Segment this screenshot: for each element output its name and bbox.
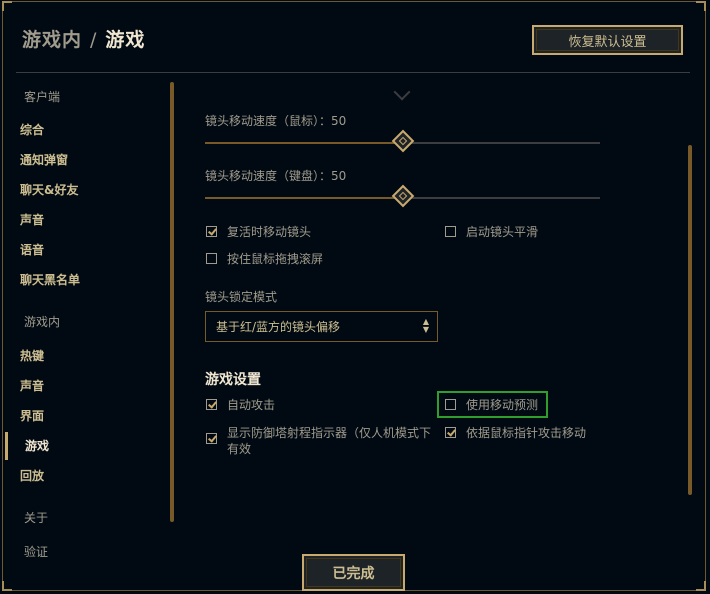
frame-corner xyxy=(696,1,706,11)
tower-range-indicator-option[interactable]: 显示防御塔射程指示器（仅人机模式下有效 xyxy=(206,425,441,457)
move-prediction-option[interactable]: 使用移动预测 xyxy=(445,397,538,413)
settings-window xyxy=(2,1,706,591)
checkbox-label: 依据鼠标指针攻击移动 xyxy=(466,426,587,440)
sidebar-group-ingame: 游戏内 xyxy=(24,315,61,329)
sidebar-item-chat-blocklist[interactable]: 聊天黑名单 xyxy=(20,271,80,288)
sidebar-scrollbar[interactable] xyxy=(170,82,174,522)
auto-attack-option[interactable]: 自动攻击 xyxy=(206,397,275,413)
respawn-move-camera-option[interactable]: 复活时移动镜头 xyxy=(206,224,311,240)
mouse-speed-slider[interactable] xyxy=(205,129,600,153)
sidebar-active-indicator xyxy=(5,432,8,460)
checkbox[interactable] xyxy=(206,253,217,264)
frame-corner xyxy=(2,1,12,11)
checkbox-label: 自动攻击 xyxy=(227,398,276,412)
game-settings-title: 游戏设置 xyxy=(205,372,261,388)
page-title: 游戏 xyxy=(105,29,146,51)
camera-lock-mode-select[interactable]: 基于红/蓝方的镜头偏移 ▲ ▼ xyxy=(205,311,438,342)
checkbox[interactable] xyxy=(445,399,456,410)
sidebar-group-client: 客户端 xyxy=(24,90,61,104)
sidebar-item-notifications[interactable]: 通知弹窗 xyxy=(20,151,68,168)
content-scrollbar[interactable] xyxy=(688,145,692,495)
checkbox[interactable] xyxy=(445,226,456,237)
checkbox[interactable] xyxy=(206,226,217,237)
breadcrumb-separator: / xyxy=(90,29,98,51)
restore-defaults-button[interactable]: 恢复默认设置 xyxy=(532,25,683,55)
camera-lock-mode-label: 镜头锁定模式 xyxy=(205,290,278,304)
mouse-speed-label: 镜头移动速度（鼠标）：50 xyxy=(205,114,347,128)
checkbox-label: 复活时移动镜头 xyxy=(227,225,312,239)
checkbox[interactable] xyxy=(206,433,217,444)
checkbox-label: 显示防御塔射程指示器（仅人机模式下有效 xyxy=(227,426,432,456)
checkbox-label: 使用移动预测 xyxy=(466,398,539,412)
slider-fill xyxy=(205,197,403,199)
sidebar-item-chat-friends[interactable]: 聊天&好友 xyxy=(20,181,78,198)
checkbox[interactable] xyxy=(206,399,217,410)
sidebar-item-replay[interactable]: 回放 xyxy=(20,467,44,484)
select-value: 基于红/蓝方的镜头偏移 xyxy=(216,320,341,334)
drag-scroll-option[interactable]: 按住鼠标拖拽滚屏 xyxy=(206,251,323,267)
sidebar-item-general[interactable]: 综合 xyxy=(20,121,44,138)
frame-corner xyxy=(696,581,706,591)
done-button[interactable]: 已完成 xyxy=(302,554,405,591)
frame-corner xyxy=(2,581,12,591)
sidebar-item-game[interactable]: 游戏 xyxy=(25,437,49,454)
checkbox[interactable] xyxy=(445,427,456,438)
header-divider xyxy=(16,72,690,73)
sidebar-item-voice[interactable]: 语音 xyxy=(20,241,44,258)
sidebar-item-hotkeys[interactable]: 热键 xyxy=(20,347,44,364)
sidebar-item-ingame-sound[interactable]: 声音 xyxy=(20,377,44,394)
sidebar-item-verification[interactable]: 验证 xyxy=(24,543,48,560)
camera-smoothing-option[interactable]: 启动镜头平滑 xyxy=(445,224,538,240)
select-arrows-icon: ▲ ▼ xyxy=(422,317,429,334)
keyboard-speed-slider[interactable] xyxy=(205,184,600,208)
checkbox-label: 按住鼠标拖拽滚屏 xyxy=(227,252,324,266)
keyboard-speed-label: 镜头移动速度（键盘）：50 xyxy=(205,169,347,183)
breadcrumb: 游戏内 / 游戏 xyxy=(22,25,145,52)
breadcrumb-parent: 游戏内 xyxy=(22,29,83,51)
sidebar-group-about[interactable]: 关于 xyxy=(24,509,48,526)
sidebar-item-client-sound[interactable]: 声音 xyxy=(20,211,44,228)
sidebar-item-interface[interactable]: 界面 xyxy=(20,407,44,424)
slider-fill xyxy=(205,142,403,144)
attack-move-cursor-option[interactable]: 依据鼠标指针攻击移动 xyxy=(445,425,586,441)
checkbox-label: 启动镜头平滑 xyxy=(466,225,539,239)
